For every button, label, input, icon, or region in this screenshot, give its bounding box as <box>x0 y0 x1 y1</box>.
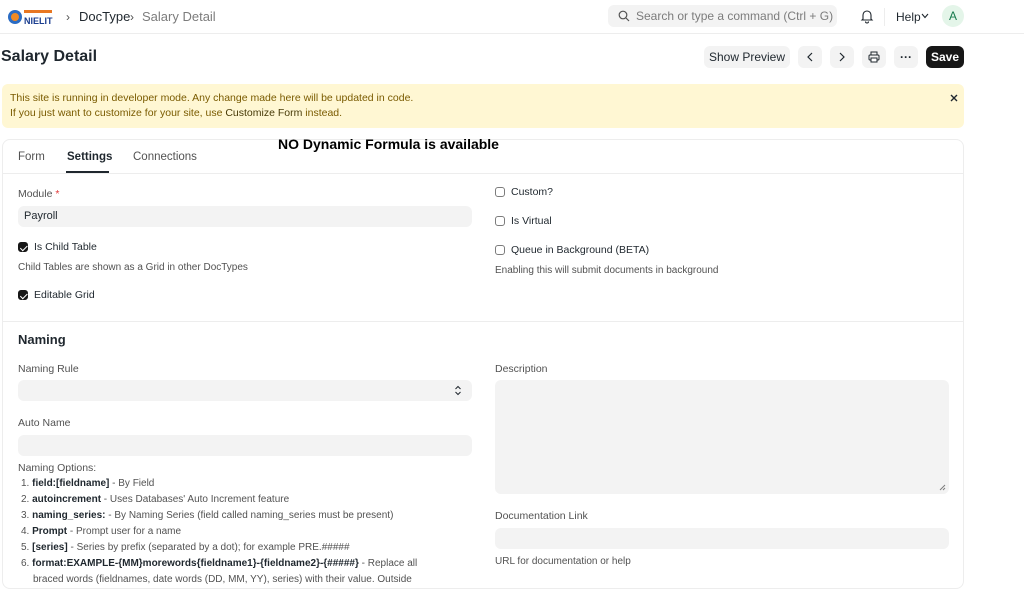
required-mark: * <box>55 188 60 200</box>
option-desc: - Replace all <box>358 558 418 569</box>
list-item: 1. field:[fieldname] - By Field <box>21 478 154 489</box>
more-actions-button[interactable]: ··· <box>894 46 918 68</box>
close-icon[interactable] <box>949 93 959 103</box>
show-preview-button[interactable]: Show Preview <box>704 46 790 68</box>
queue-in-background-checkbox[interactable] <box>495 245 505 255</box>
option-desc: - By Naming Series (field called naming_… <box>105 510 394 521</box>
navbar-divider <box>884 8 885 26</box>
option-desc: - Series by prefix (separated by a dot);… <box>67 542 350 553</box>
auto-name-field[interactable] <box>18 435 472 456</box>
print-button[interactable] <box>862 46 886 68</box>
option-key: autoincrement <box>32 494 102 505</box>
developer-mode-alert: This site is running in developer mode. … <box>2 84 964 128</box>
option-key: format:EXAMPLE-{MM}morewords{fieldname1}… <box>32 558 359 569</box>
annotation-note: NO Dynamic Formula is available <box>278 136 499 152</box>
chevron-down-icon[interactable] <box>921 13 929 19</box>
app-logo[interactable]: NIELIT <box>6 6 56 28</box>
auto-name-label: Auto Name <box>18 417 71 429</box>
list-item: 4. Prompt - Prompt user for a name <box>21 526 181 537</box>
alert-line-2: If you just want to customize for your s… <box>10 107 342 119</box>
option-num: 5. <box>21 542 30 553</box>
option-num: 4. <box>21 526 30 537</box>
custom-checkbox[interactable] <box>495 187 505 197</box>
customize-form-link[interactable]: Customize Form <box>225 107 302 119</box>
breadcrumb-current[interactable]: Salary Detail <box>142 9 216 24</box>
naming-rule-select[interactable] <box>18 380 472 401</box>
queue-in-background-label: Queue in Background (BETA) <box>511 244 650 256</box>
option-desc: - Prompt user for a name <box>67 526 182 537</box>
navbar: NIELIT › DocType › Salary Detail Search … <box>0 0 1024 34</box>
module-field[interactable]: Payroll <box>18 206 472 227</box>
search-icon <box>618 10 630 22</box>
alert-line-1: This site is running in developer mode. … <box>10 92 414 104</box>
alert-line-2-prefix: If you just want to customize for your s… <box>10 107 226 119</box>
description-textarea[interactable] <box>495 380 949 494</box>
section-divider <box>3 321 963 322</box>
editable-grid-label: Editable Grid <box>34 289 95 301</box>
breadcrumb-doctype[interactable]: DocType <box>79 9 130 24</box>
custom-label: Custom? <box>511 186 554 198</box>
naming-rule-label: Naming Rule <box>18 363 79 375</box>
chevron-right-icon: › <box>130 10 134 24</box>
is-child-table-checkbox[interactable] <box>18 242 28 252</box>
option-num: 1. <box>21 478 30 489</box>
option-key: [series] <box>32 542 68 553</box>
chevron-right-icon: › <box>66 10 70 24</box>
select-arrows-icon <box>455 385 461 396</box>
help-menu[interactable]: Help <box>896 10 921 24</box>
option-key: field:[fieldname] <box>32 478 110 489</box>
option-num: 3. <box>21 510 30 521</box>
tab-form[interactable]: Form <box>18 151 45 163</box>
next-button[interactable] <box>830 46 854 68</box>
list-item: 5. [series] - Series by prefix (separate… <box>21 542 350 553</box>
is-virtual-checkbox[interactable] <box>495 216 505 226</box>
documentation-link-help: URL for documentation or help <box>495 556 631 567</box>
documentation-link-field[interactable] <box>495 528 949 549</box>
tab-connections[interactable]: Connections <box>133 151 197 163</box>
option-num: 6. <box>21 558 30 569</box>
option-desc: - Uses Databases' Auto Increment feature <box>101 494 290 505</box>
printer-icon <box>868 51 880 63</box>
page-title: Salary Detail <box>1 48 98 65</box>
tabs-divider <box>3 173 963 174</box>
chevron-right-icon <box>839 52 845 62</box>
option-key: naming_series: <box>32 510 106 521</box>
is-child-table-help: Child Tables are shown as a Grid in othe… <box>18 262 248 273</box>
list-item: 3. naming_series: - By Naming Series (fi… <box>21 510 393 521</box>
resize-handle-icon[interactable] <box>939 484 946 491</box>
documentation-link-label: Documentation Link <box>495 510 588 522</box>
doctype-form-card: Form Settings Connections NO Dynamic For… <box>2 136 964 589</box>
search-input[interactable]: Search or type a command (Ctrl + G) <box>608 5 837 27</box>
option-desc: - By Field <box>109 478 155 489</box>
list-item: 2. autoincrement - Uses Databases' Auto … <box>21 494 289 505</box>
naming-options-label: Naming Options: <box>18 462 97 474</box>
previous-button[interactable] <box>798 46 822 68</box>
module-value: Payroll <box>24 210 58 222</box>
module-label: Module * <box>18 188 59 200</box>
list-item: 6. format:EXAMPLE-{MM}morewords{fieldnam… <box>21 558 417 569</box>
is-child-table-label: Is Child Table <box>34 241 97 253</box>
description-label: Description <box>495 363 548 375</box>
editable-grid-checkbox[interactable] <box>18 290 28 300</box>
tab-settings[interactable]: Settings <box>67 151 112 163</box>
alert-line-2-suffix: instead. <box>302 107 343 119</box>
naming-section-title: Naming <box>18 332 66 347</box>
module-label-text: Module <box>18 188 53 200</box>
queue-in-background-help: Enabling this will submit documents in b… <box>495 265 719 276</box>
is-virtual-label: Is Virtual <box>511 215 552 227</box>
logo-text: NIELIT <box>24 16 53 26</box>
search-placeholder: Search or type a command (Ctrl + G) <box>636 9 834 23</box>
option-num: 2. <box>21 494 30 505</box>
chevron-left-icon <box>807 52 813 62</box>
save-button[interactable]: Save <box>926 46 964 68</box>
notification-bell-icon[interactable] <box>859 8 875 24</box>
option-key: Prompt <box>32 526 68 537</box>
avatar[interactable]: A <box>942 5 964 27</box>
